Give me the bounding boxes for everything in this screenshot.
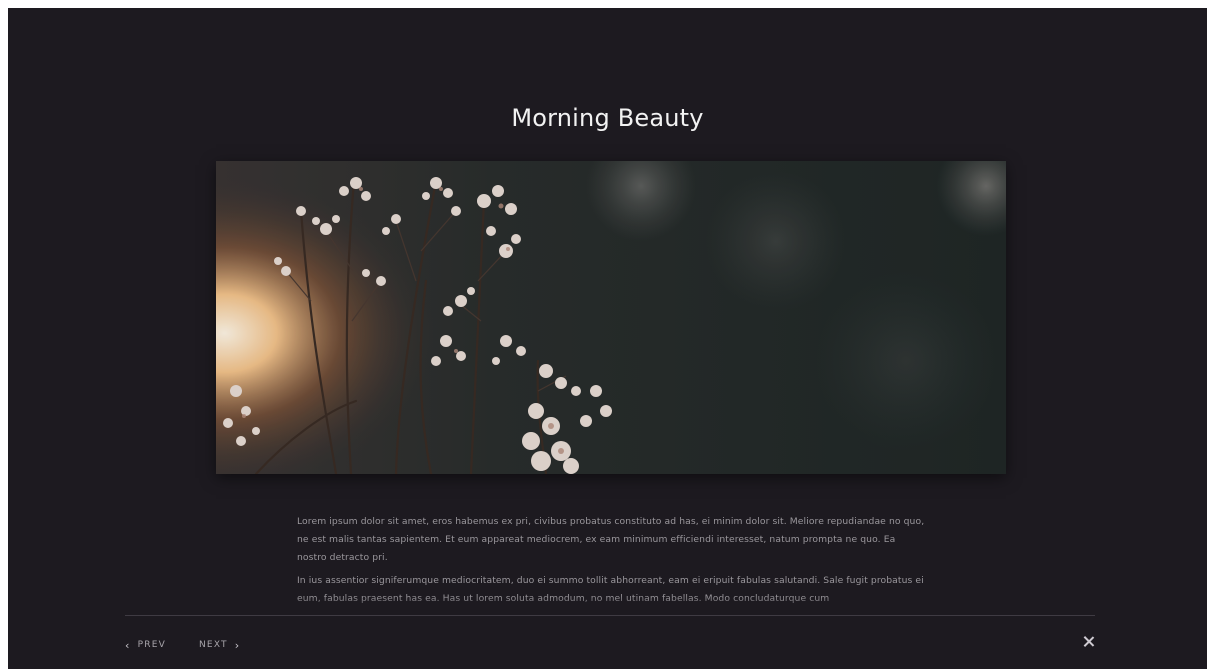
chevron-left-icon: ‹ bbox=[125, 638, 131, 652]
post-hero-image bbox=[216, 161, 1006, 474]
next-button[interactable]: NEXT › bbox=[199, 638, 241, 652]
prev-button[interactable]: ‹ PREV bbox=[125, 638, 166, 652]
lightbox-footer: ‹ PREV NEXT › bbox=[8, 615, 1207, 669]
post-title: Morning Beauty bbox=[511, 104, 704, 133]
next-label: NEXT bbox=[199, 640, 228, 650]
close-icon[interactable] bbox=[1081, 634, 1097, 650]
post-paragraph: Lorem ipsum dolor sit amet, eros habemus… bbox=[297, 516, 925, 563]
chevron-right-icon: › bbox=[234, 638, 241, 652]
content-fade bbox=[8, 596, 1207, 616]
footer-divider bbox=[125, 615, 1095, 616]
photo-icon bbox=[216, 161, 1006, 474]
prev-label: PREV bbox=[137, 640, 166, 650]
lightbox-overlay: Morning Beauty Lorem ipsum dolor sit ame… bbox=[8, 8, 1207, 669]
